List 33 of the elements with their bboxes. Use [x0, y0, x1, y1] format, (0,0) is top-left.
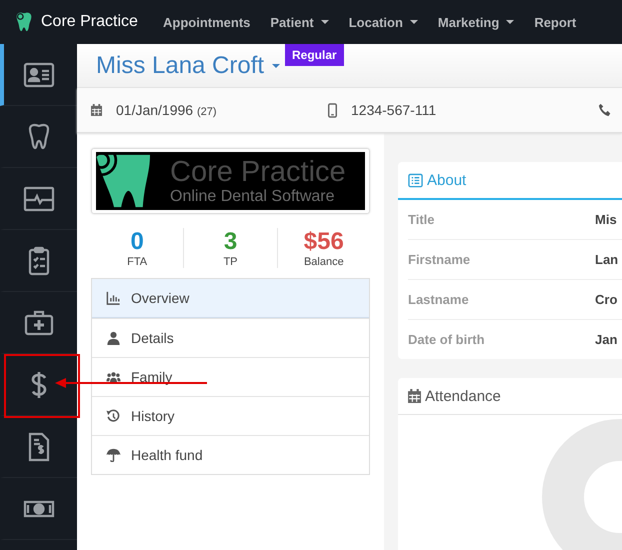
field-value: Jan [595, 332, 618, 347]
stat-value: 3 [224, 228, 238, 256]
field-label: Firstname [408, 252, 472, 267]
logo-subtitle: Online Dental Software [170, 188, 336, 206]
stat-label: TP [223, 256, 238, 268]
field-value: Mis [595, 212, 617, 227]
nav-link[interactable]: Appointments [163, 14, 250, 30]
patient-type-badge: Regular [285, 44, 344, 66]
menu-item[interactable]: Family [92, 357, 369, 396]
nav-link[interactable]: Marketing [438, 14, 514, 30]
stat-label: FTA [127, 256, 148, 268]
nav-link[interactable]: Report [534, 14, 576, 30]
logo-title: Core Practice [170, 156, 346, 188]
stat-value: 0 [130, 228, 144, 256]
stat-label: Balance [304, 256, 344, 268]
field-value: Cro [595, 292, 618, 307]
card-title: About [427, 172, 466, 188]
brand-name[interactable]: Core Practice [41, 13, 138, 31]
patient-name-link[interactable]: Miss Lana Croft [96, 52, 280, 80]
field-value: Lan [595, 252, 618, 267]
date-of-birth: 01/Jan/1996 (27) [116, 102, 217, 118]
nav-link[interactable]: Patient [270, 14, 329, 30]
menu-item[interactable]: History [92, 396, 369, 435]
field-label: Lastname [408, 292, 470, 307]
menu-item[interactable]: Health fund [92, 435, 369, 474]
field-label: Title [408, 212, 436, 227]
menu-item[interactable]: Overview [92, 279, 369, 318]
stat-value: $56 [304, 228, 344, 256]
field-label: Date of birth [408, 332, 486, 347]
card-title: Attendance [425, 388, 501, 404]
mobile-number: 1234-567-111 [351, 102, 436, 118]
menu-item[interactable]: Details [92, 318, 369, 357]
nav-link[interactable]: Location [348, 14, 418, 30]
